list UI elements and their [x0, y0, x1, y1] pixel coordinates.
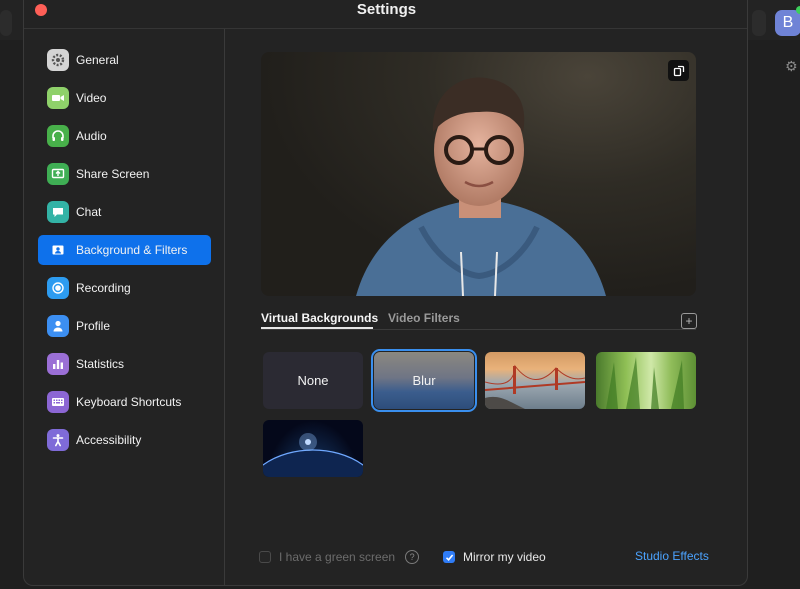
- sidebar-item-label: Keyboard Shortcuts: [76, 395, 182, 409]
- presence-indicator: [796, 6, 800, 14]
- background-blur[interactable]: Blur: [371, 349, 477, 412]
- tab-virtual-backgrounds[interactable]: Virtual Backgrounds: [261, 311, 378, 325]
- tab-divider: [261, 329, 696, 330]
- record-icon: [47, 277, 69, 299]
- sidebar-item-statistics[interactable]: Statistics: [38, 349, 211, 379]
- portrait-icon: [47, 239, 69, 261]
- mirror-video-checkbox[interactable]: [443, 551, 455, 563]
- tab-video-filters[interactable]: Video Filters: [388, 311, 460, 325]
- sidebar-item-label: Statistics: [76, 357, 125, 371]
- bridge-image: [485, 364, 585, 409]
- gear-icon: [47, 49, 69, 71]
- checkmark-icon: [445, 553, 453, 561]
- video-camera-icon: [47, 87, 69, 109]
- sidebar-item-label: Audio: [76, 129, 107, 143]
- mirror-video-option: Mirror my video: [443, 549, 546, 565]
- plus-icon: +: [685, 314, 693, 328]
- sidebar-item-video[interactable]: Video: [38, 83, 211, 113]
- settings-sidebar: General Video Audio Share Screen Chat Ba…: [24, 29, 225, 585]
- sidebar-item-profile[interactable]: Profile: [38, 311, 211, 341]
- rotate-icon: [673, 65, 684, 76]
- sidebar-item-label: Background & Filters: [76, 243, 188, 257]
- user-icon: [47, 315, 69, 337]
- background-filters-panel: Virtual Backgrounds Video Filters + None…: [225, 29, 747, 585]
- video-preview: [261, 52, 696, 296]
- camera-feed-image: [356, 77, 606, 296]
- sidebar-item-label: Video: [76, 91, 107, 105]
- avatar[interactable]: B: [775, 10, 800, 36]
- sidebar-item-label: Recording: [76, 281, 131, 295]
- title-bar: Settings: [24, 0, 747, 29]
- earth-image: [263, 433, 363, 477]
- background-label: None: [297, 373, 329, 388]
- background-label: Blur: [412, 373, 436, 388]
- green-screen-label: I have a green screen: [279, 550, 396, 564]
- sidebar-item-label: Chat: [76, 205, 102, 219]
- headphones-icon: [47, 125, 69, 147]
- gear-icon[interactable]: ⚙: [785, 58, 798, 75]
- accessibility-icon: [47, 429, 69, 451]
- sidebar-item-share-screen[interactable]: Share Screen: [38, 159, 211, 189]
- active-tab-indicator: [261, 327, 373, 329]
- background-grass[interactable]: [596, 352, 696, 409]
- background-app-search-field: [752, 10, 766, 36]
- background-app-field: [0, 10, 12, 36]
- sidebar-item-label: Share Screen: [76, 167, 150, 181]
- sidebar-item-audio[interactable]: Audio: [38, 121, 211, 151]
- background-golden-gate-bridge[interactable]: [485, 352, 585, 409]
- sidebar-item-accessibility[interactable]: Accessibility: [38, 425, 211, 455]
- help-icon[interactable]: ?: [405, 550, 420, 564]
- keyboard-icon: [47, 391, 69, 413]
- settings-window: Settings General Video Audio Share Scree…: [23, 0, 748, 586]
- share-screen-icon: [47, 163, 69, 185]
- green-screen-checkbox[interactable]: [259, 551, 271, 563]
- sidebar-item-label: Accessibility: [76, 433, 142, 447]
- background-earth-from-space[interactable]: [263, 420, 363, 477]
- sidebar-item-background-filters[interactable]: Background & Filters: [38, 235, 211, 265]
- sidebar-item-label: General: [76, 53, 119, 67]
- grass-image: [606, 357, 684, 409]
- mirror-video-label: Mirror my video: [463, 550, 546, 564]
- bar-chart-icon: [47, 353, 69, 375]
- window-title: Settings: [356, 1, 417, 18]
- background-none[interactable]: None: [263, 352, 363, 409]
- studio-effects-link[interactable]: Studio Effects: [635, 549, 709, 563]
- sidebar-item-label: Profile: [76, 319, 111, 333]
- chat-bubble-icon: [47, 201, 69, 223]
- sidebar-item-chat[interactable]: Chat: [38, 197, 211, 227]
- green-screen-option: I have a green screen ?: [259, 549, 420, 565]
- sidebar-item-keyboard-shortcuts[interactable]: Keyboard Shortcuts: [38, 387, 211, 417]
- sidebar-item-recording[interactable]: Recording: [38, 273, 211, 303]
- sidebar-item-general[interactable]: General: [38, 45, 211, 75]
- rotate-video-button[interactable]: [668, 60, 689, 81]
- add-background-button[interactable]: +: [681, 313, 697, 329]
